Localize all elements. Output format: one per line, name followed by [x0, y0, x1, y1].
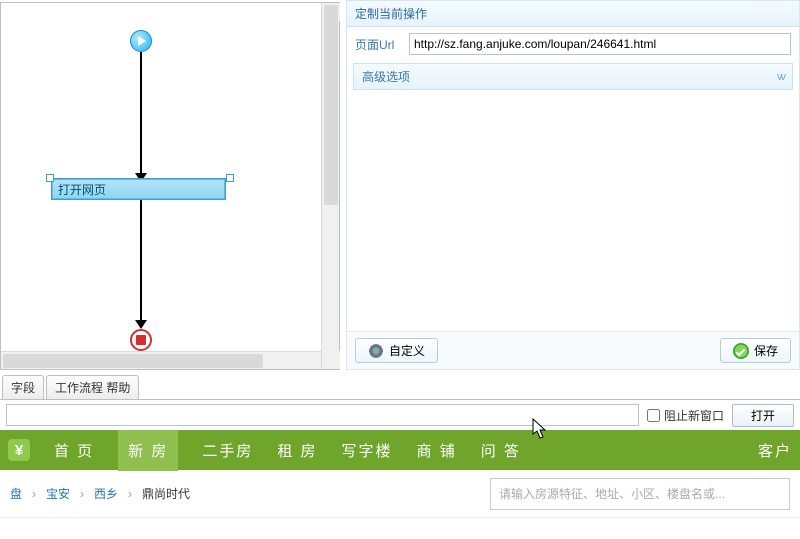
start-node-icon[interactable] [130, 30, 152, 52]
advanced-options-header[interactable]: 高级选项 vv [353, 63, 793, 90]
canvas-horizontal-scrollbar[interactable] [1, 351, 321, 369]
nav-rent[interactable]: 租 房 [277, 440, 317, 461]
save-button[interactable]: 保存 [720, 338, 791, 363]
workflow-canvas-wrap: 打开网页 [0, 2, 340, 370]
page-url-input[interactable] [409, 33, 791, 55]
open-button-label: 打开 [751, 409, 775, 423]
nav-customer[interactable]: 客户 [758, 440, 792, 461]
customize-button-label: 自定义 [389, 342, 425, 359]
breadcrumb-item[interactable]: 盘 [10, 485, 22, 502]
breadcrumb-item[interactable]: 宝安 [46, 485, 70, 502]
nav-home[interactable]: 首 页 [54, 440, 94, 461]
browser-url-row: 阻止新窗口 打开 [0, 400, 800, 430]
property-panel-body [347, 90, 799, 331]
breadcrumb-current: 鼎尚时代 [142, 485, 190, 502]
chevron-down-icon: vv [777, 71, 784, 83]
site-nav: ¥ 首 页 新 房 二手房 租 房 写字楼 商 铺 问 答 客户 [0, 430, 800, 470]
block-popup-label: 阻止新窗口 [664, 407, 724, 424]
gear-icon [368, 343, 384, 359]
browser-url-input[interactable] [6, 404, 639, 426]
customize-button[interactable]: 自定义 [355, 338, 438, 363]
nav-second-hand[interactable]: 二手房 [202, 440, 253, 461]
tab-workflow-help[interactable]: 工作流程 帮助 [46, 375, 139, 399]
connector-line [140, 52, 142, 180]
property-panel: 定制当前操作 页面Url 高级选项 vv 自定义 保存 [346, 0, 800, 370]
connector-arrow-icon [135, 320, 147, 329]
block-popup-checkbox-wrap[interactable]: 阻止新窗口 [647, 407, 724, 424]
bottom-tabs: 字段 工作流程 帮助 [0, 376, 800, 400]
scroll-thumb[interactable] [324, 5, 338, 205]
property-panel-title: 定制当前操作 [347, 1, 799, 27]
page-url-row: 页面Url [347, 27, 799, 61]
nav-shop[interactable]: 商 铺 [417, 440, 457, 461]
nav-qa[interactable]: 问 答 [481, 440, 521, 461]
breadcrumb-row: 盘 › 宝安 › 西乡 › 鼎尚时代 请输入房源特征、地址、小区、楼盘名或... [0, 470, 800, 518]
property-panel-footer: 自定义 保存 [347, 331, 799, 369]
tab-fields[interactable]: 字段 [2, 375, 44, 399]
workflow-canvas[interactable]: 打开网页 [1, 3, 319, 353]
scroll-down-icon[interactable] [322, 351, 340, 369]
advanced-options-label: 高级选项 [362, 68, 410, 85]
canvas-vertical-scrollbar[interactable] [321, 3, 339, 369]
site-search-placeholder: 请输入房源特征、地址、小区、楼盘名或... [499, 485, 725, 502]
breadcrumb-item[interactable]: 西乡 [94, 485, 118, 502]
site-logo-icon[interactable]: ¥ [8, 439, 30, 461]
end-node-icon[interactable] [130, 329, 152, 351]
check-icon [733, 343, 749, 359]
page-url-label: 页面Url [355, 36, 403, 53]
site-search-input[interactable]: 请输入房源特征、地址、小区、楼盘名或... [490, 478, 790, 510]
nav-new-house[interactable]: 新 房 [118, 430, 178, 471]
block-popup-checkbox[interactable] [647, 409, 660, 422]
chevron-right-icon: › [32, 487, 36, 501]
chevron-right-icon: › [80, 487, 84, 501]
nav-office[interactable]: 写字楼 [342, 440, 393, 461]
open-button[interactable]: 打开 [732, 404, 794, 427]
scroll-thumb[interactable] [3, 354, 263, 368]
save-button-label: 保存 [754, 342, 778, 359]
open-webpage-node-label: 打开网页 [58, 183, 106, 197]
connector-line [140, 200, 142, 323]
chevron-right-icon: › [128, 487, 132, 501]
open-webpage-node[interactable]: 打开网页 [51, 178, 226, 200]
